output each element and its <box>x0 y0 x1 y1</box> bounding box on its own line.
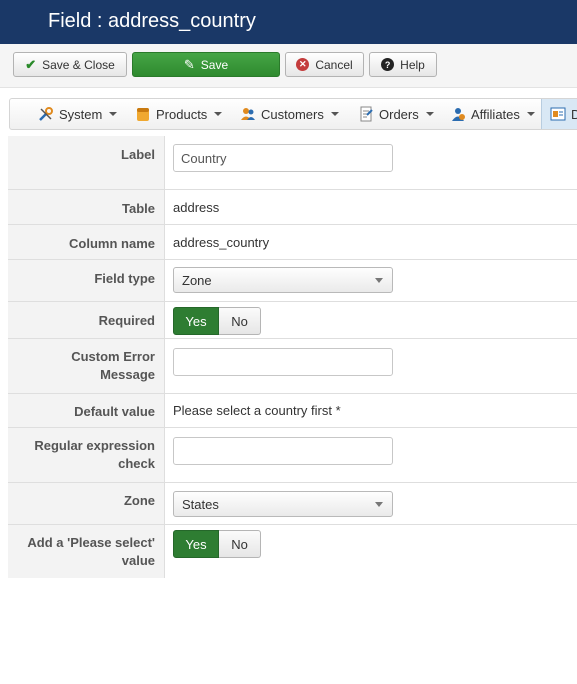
menu-system[interactable]: System <box>38 99 118 129</box>
table-value: address <box>173 200 220 215</box>
regex-label: Regular expression check <box>8 428 165 482</box>
cancel-icon: ✕ <box>296 58 310 71</box>
field-form: Label Country Table address Column name … <box>8 136 577 578</box>
row-column: Column name address_country <box>8 225 577 260</box>
column-label: Column name <box>8 225 165 259</box>
custom-error-label-line1: Custom Error <box>71 349 155 364</box>
row-label: Label Country <box>8 136 577 190</box>
custom-error-label-line2: Message <box>100 367 155 382</box>
please-select-no-button[interactable]: No <box>219 530 261 558</box>
row-regex: Regular expression check <box>8 428 577 483</box>
menu-display-label: D <box>571 106 577 122</box>
products-icon <box>137 108 149 121</box>
chevron-down-icon <box>109 112 118 116</box>
zone-label: Zone <box>8 483 165 524</box>
row-please-select: Add a 'Please select' value Yes No <box>8 525 577 578</box>
field-type-select[interactable]: Zone <box>173 267 393 293</box>
table-label: Table <box>8 190 165 224</box>
custom-error-input[interactable] <box>173 348 393 376</box>
row-field-type: Field type Zone <box>8 260 577 302</box>
regex-input[interactable] <box>173 437 393 465</box>
menu-system-label: System <box>59 106 103 122</box>
column-value: address_country <box>173 235 270 250</box>
row-custom-error: Custom Error Message <box>8 339 577 394</box>
custom-error-label: Custom Error Message <box>8 339 165 393</box>
please-select-label-line2: value <box>121 553 155 568</box>
menu-customers-label: Customers <box>261 106 324 122</box>
customers-icon <box>241 108 255 120</box>
menu-customers[interactable]: Customers <box>240 99 339 129</box>
chevron-down-icon <box>214 112 223 116</box>
label-label: Label <box>8 136 165 189</box>
page-title: Field : address_country <box>48 10 256 32</box>
menu-products-label: Products <box>156 106 208 122</box>
row-default-value: Default value Please select a country fi… <box>8 394 577 428</box>
save-button[interactable]: ✎ Save <box>132 52 280 77</box>
please-select-label-line1: Add a 'Please select' <box>27 535 155 550</box>
field-type-value: Zone <box>182 273 212 288</box>
required-yes-button[interactable]: Yes <box>173 307 219 335</box>
edit-icon: ✎ <box>183 57 195 72</box>
orders-icon <box>360 106 373 122</box>
row-zone: Zone States <box>8 483 577 525</box>
main-menu: System Products Customers Orders Affilia… <box>9 98 577 130</box>
required-label: Required <box>8 302 165 338</box>
please-select-label: Add a 'Please select' value <box>8 525 165 578</box>
save-label: Save <box>200 57 229 72</box>
affiliates-icon <box>452 108 465 121</box>
default-value-text: Please select a country first * <box>173 403 341 418</box>
zone-select[interactable]: States <box>173 491 393 517</box>
check-icon: ✔ <box>25 57 37 72</box>
please-select-toggle: Yes No <box>173 530 261 558</box>
menu-affiliates[interactable]: Affiliates <box>450 99 535 129</box>
required-toggle: Yes No <box>173 307 261 335</box>
toolbar: ✔ Save & Close ✎ Save ✕ Cancel ? Help <box>0 44 577 88</box>
row-required: Required Yes No <box>8 302 577 339</box>
chevron-down-icon <box>425 112 434 116</box>
tools-icon <box>39 107 53 121</box>
regex-label-line1: Regular expression <box>34 438 155 453</box>
row-table: Table address <box>8 190 577 225</box>
menu-orders[interactable]: Orders <box>358 99 434 129</box>
help-button[interactable]: ? Help <box>369 52 437 77</box>
help-label: Help <box>400 57 425 72</box>
chevron-down-icon <box>330 112 339 116</box>
save-close-label: Save & Close <box>42 57 115 72</box>
menu-orders-label: Orders <box>379 106 419 122</box>
help-icon: ? <box>381 58 395 71</box>
cancel-button[interactable]: ✕ Cancel <box>285 52 364 77</box>
label-input[interactable]: Country <box>173 144 393 172</box>
save-close-button[interactable]: ✔ Save & Close <box>13 52 127 77</box>
default-value-label: Default value <box>8 394 165 427</box>
please-select-yes-button[interactable]: Yes <box>173 530 219 558</box>
menu-display[interactable]: D <box>541 99 577 129</box>
required-no-button[interactable]: No <box>219 307 261 335</box>
title-bar: Field : address_country <box>0 0 577 44</box>
menu-products[interactable]: Products <box>135 99 223 129</box>
chevron-down-icon <box>526 112 535 116</box>
display-icon <box>550 107 566 121</box>
regex-label-line2: check <box>118 456 155 471</box>
chevron-down-icon <box>375 502 383 507</box>
cancel-label: Cancel <box>315 57 353 72</box>
field-type-label: Field type <box>8 260 165 301</box>
zone-value: States <box>182 497 219 512</box>
chevron-down-icon <box>375 278 383 283</box>
menu-affiliates-label: Affiliates <box>471 106 520 122</box>
